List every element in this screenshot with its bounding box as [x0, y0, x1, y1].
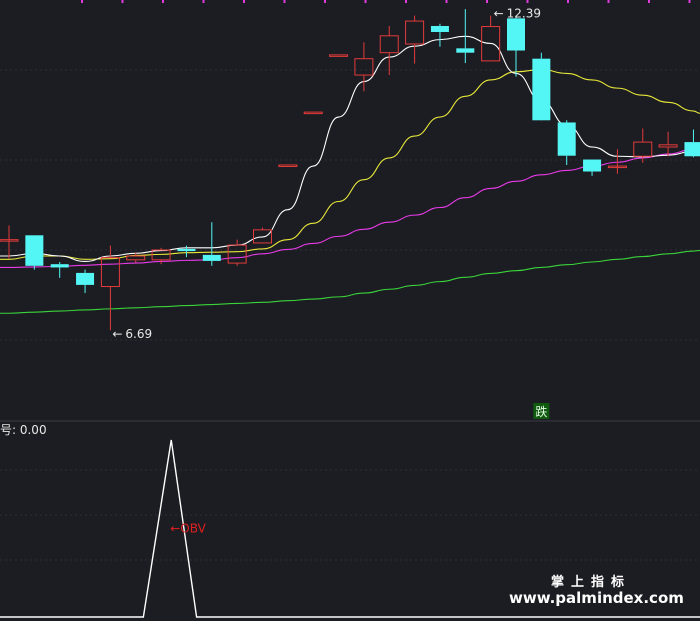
candle-body-down	[557, 122, 576, 156]
candle-body-down	[202, 254, 221, 261]
candle-body-down	[25, 235, 44, 266]
watermark-name: 掌上指标	[551, 574, 631, 590]
candle-body-down	[177, 248, 196, 252]
low-price-arrow: ←	[112, 327, 122, 341]
stock-chart: 6.69 12.39 ← ← 跌 号: 0.00 ←OBV 掌上指标 www.p…	[0, 0, 700, 621]
candle	[532, 52, 551, 121]
candle	[25, 235, 44, 270]
candle-body-down	[50, 264, 69, 268]
chart-background	[0, 0, 700, 621]
candle-body-down	[507, 18, 525, 51]
candle-body-down	[684, 142, 700, 157]
indicator-label: 号: 0.00	[0, 423, 47, 437]
candle-body-down	[456, 48, 475, 53]
candle-body-down	[76, 272, 95, 285]
candle-body-down	[583, 159, 602, 172]
low-price-label: 6.69	[125, 327, 152, 341]
high-price-label: 12.39	[507, 7, 541, 21]
obv-annotation: ←OBV	[170, 522, 206, 536]
watermark-url: www.palmindex.com	[509, 589, 684, 607]
signal-badge-text: 跌	[535, 404, 547, 419]
signal-badge: 跌	[533, 403, 550, 419]
candle-body-down	[430, 25, 449, 32]
candle-body-down	[532, 58, 551, 121]
high-price-arrow: ←	[494, 7, 504, 21]
